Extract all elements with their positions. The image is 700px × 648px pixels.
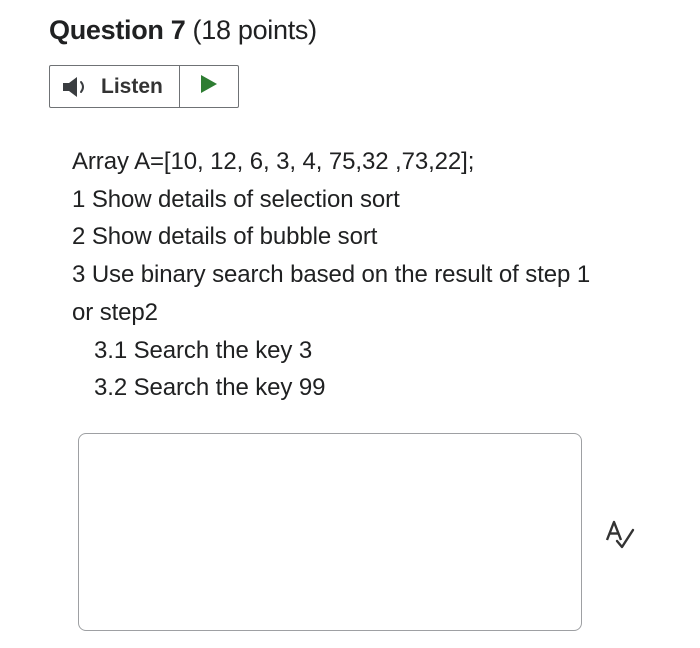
- speaker-icon: [61, 76, 91, 98]
- question-line: 3 Use binary search based on the result …: [72, 261, 591, 289]
- answer-text-area[interactable]: [78, 433, 582, 631]
- question-line: 2 Show details of bubble sort: [72, 223, 378, 251]
- question-header: Question 7 (18 points): [49, 12, 317, 48]
- listen-label: Listen: [101, 74, 163, 98]
- spellcheck-icon[interactable]: [604, 518, 636, 550]
- question-points: (18 points): [192, 15, 318, 45]
- question-number: Question 7: [49, 15, 186, 45]
- listen-button[interactable]: Listen: [50, 66, 180, 107]
- question-line: or step2: [72, 298, 158, 326]
- question-line: 1 Show details of selection sort: [72, 185, 400, 213]
- question-line: Array A=[10, 12, 6, 3, 4, 75,32 ,73,22];: [72, 148, 475, 175]
- question-text: Array A=[10, 12, 6, 3, 4, 75,32 ,73,22];…: [72, 143, 672, 407]
- play-icon: [200, 74, 218, 99]
- play-button[interactable]: [180, 66, 238, 107]
- question-sub-item: 3.2 Search the key 99: [94, 374, 326, 402]
- listen-widget: Listen: [49, 65, 239, 108]
- question-sub-item: 3.1 Search the key 3: [94, 336, 313, 364]
